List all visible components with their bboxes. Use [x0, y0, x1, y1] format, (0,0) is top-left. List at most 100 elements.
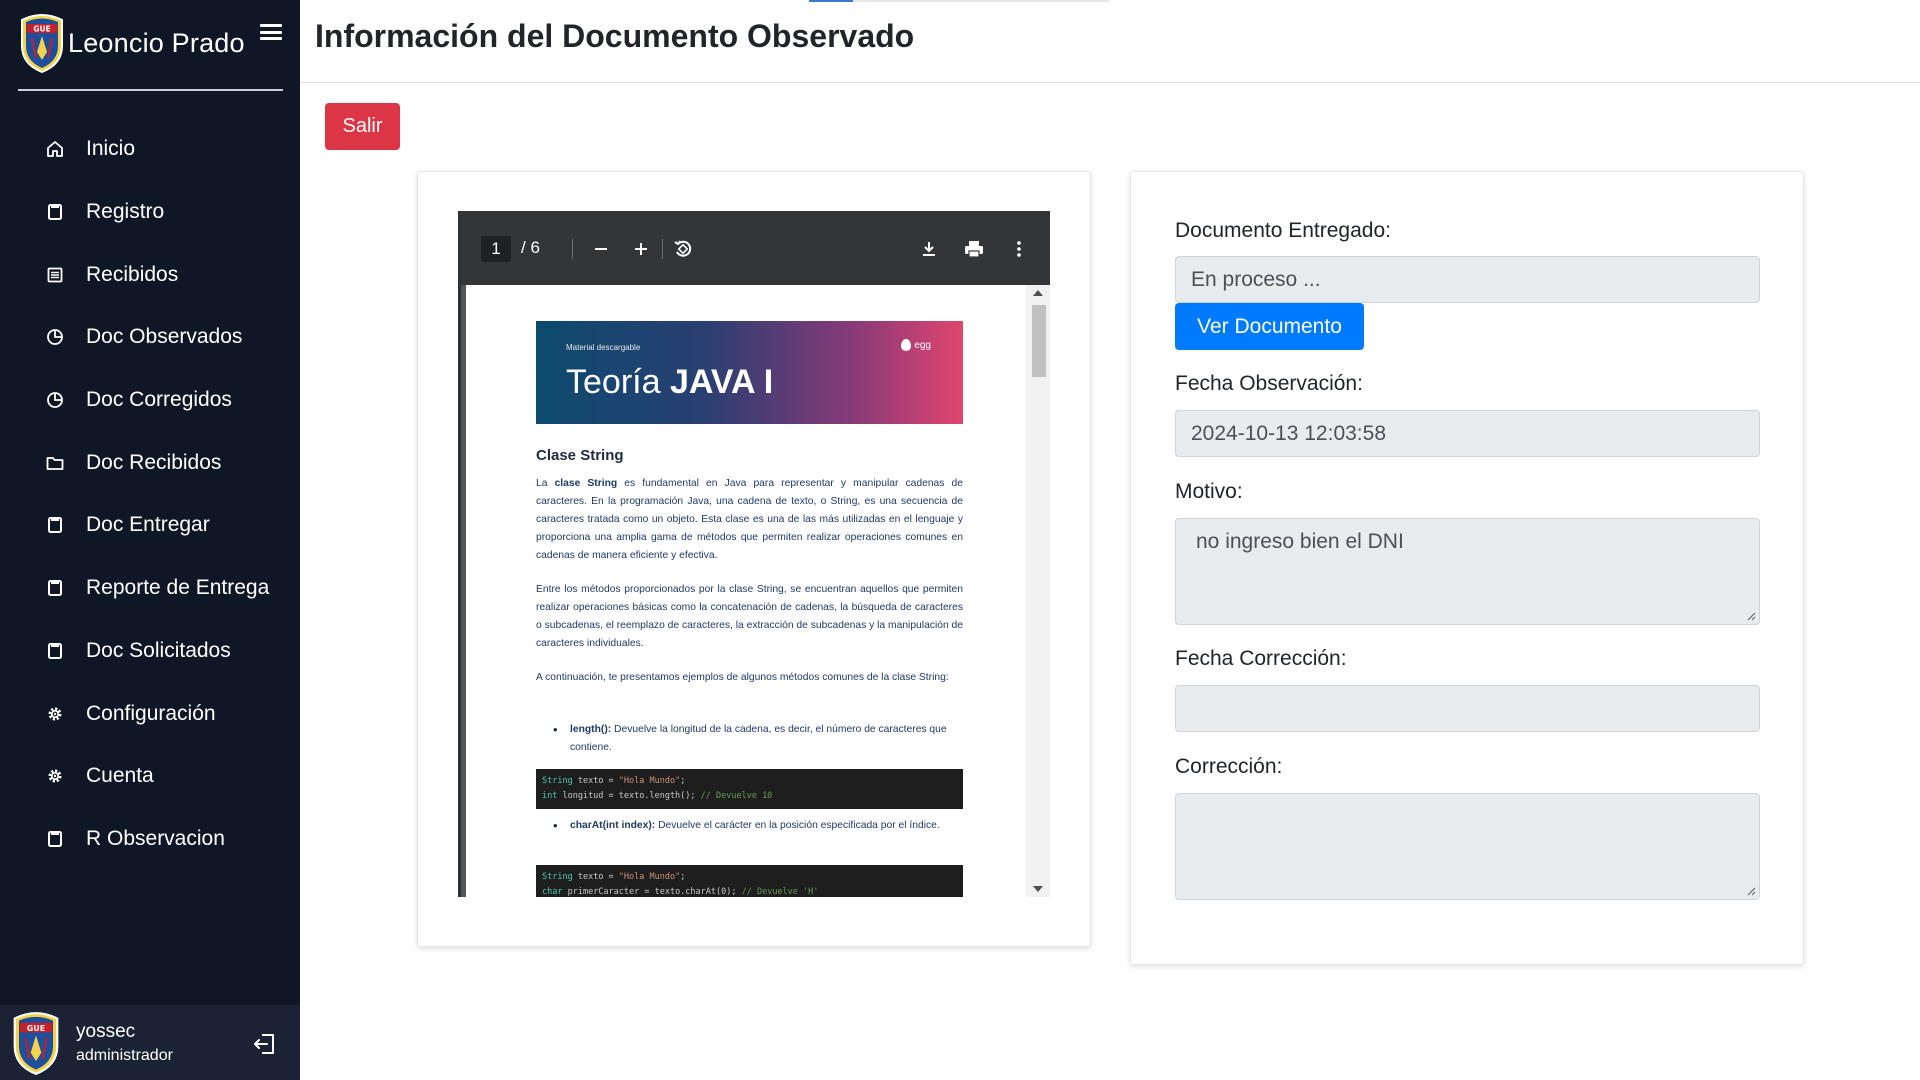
code-string: "Hola Mundo": [618, 872, 681, 882]
sidebar-item-doc-entregar[interactable]: Doc Entregar: [0, 494, 300, 557]
scrollbar-thumb[interactable]: [1032, 305, 1046, 377]
sidebar-item-label: Doc Recibidos: [86, 450, 222, 474]
pdf-page-input[interactable]: 1: [481, 236, 511, 262]
user-name: yossec: [76, 1020, 136, 1042]
avatar: GUE: [13, 1011, 59, 1075]
bullet-text: Devuelve el carácter en la posición espe…: [655, 820, 940, 831]
banner-title-light: Teoría: [566, 363, 670, 401]
code-line: String texto = "Hola Mundo";: [542, 870, 957, 885]
reason-text: no ingreso bien el DNI: [1196, 530, 1404, 553]
document-paragraph: Entre los métodos proporcionados por la …: [536, 584, 964, 649]
sidebar-item-doc-recibidos[interactable]: Doc Recibidos: [0, 431, 300, 494]
scroll-up-icon[interactable]: [1033, 290, 1043, 296]
bullet-text: Devuelve la longitud de la cadena, es de…: [570, 724, 947, 753]
banner-title: Teoría JAVA I: [566, 363, 773, 402]
sidebar-item-label: Doc Observados: [86, 325, 243, 349]
correction-textarea[interactable]: [1175, 793, 1760, 900]
code-comment: // Devuelve 'H': [741, 887, 819, 897]
scroll-down-icon[interactable]: [1033, 886, 1043, 892]
sidebar-item-r-observacion[interactable]: R Observacion: [0, 808, 300, 871]
doc-delivered-field[interactable]: En proceso ...: [1175, 256, 1760, 303]
logout-icon[interactable]: [252, 1031, 278, 1057]
home-icon: [44, 138, 66, 160]
pdf-page: Material descargable Teoría JAVA I egg C…: [466, 285, 1026, 897]
file-icon: [44, 828, 66, 850]
sidebar-item-label: Doc Entregar: [86, 513, 210, 537]
list-icon: [44, 264, 66, 286]
svg-text:GUE: GUE: [27, 1023, 45, 1032]
svg-text:GUE: GUE: [33, 25, 50, 34]
resize-handle-icon[interactable]: [1746, 886, 1756, 896]
paragraph-text: La: [536, 478, 555, 489]
sidebar-item-registro[interactable]: Registro: [0, 181, 300, 244]
sidebar-item-cuenta[interactable]: Cuenta: [0, 745, 300, 808]
banner-logo-text: egg: [914, 339, 931, 351]
code-keyword: int: [542, 791, 558, 801]
zoom-out-icon[interactable]: [587, 235, 615, 263]
file-icon: [44, 577, 66, 599]
school-crest-logo: GUE: [21, 14, 63, 74]
document-heading: Clase String: [536, 447, 624, 464]
code-line: char primerCaracter = texto.charAt(0); /…: [542, 885, 957, 897]
sidebar-item-label: Cuenta: [86, 764, 154, 788]
sidebar-item-doc-observados[interactable]: Doc Observados: [0, 306, 300, 369]
print-icon[interactable]: [960, 235, 988, 263]
code-line: int longitud = texto.length(); // Devuel…: [542, 789, 957, 804]
code-text: texto =: [572, 776, 619, 786]
reason-textarea[interactable]: no ingreso bien el DNI: [1175, 518, 1760, 625]
download-icon[interactable]: [915, 235, 943, 263]
obs-date-field[interactable]: 2024-10-13 12:03:58: [1175, 410, 1760, 457]
rotate-icon[interactable]: [669, 235, 697, 263]
file-icon: [44, 201, 66, 223]
sidebar-item-label: Configuración: [86, 701, 216, 725]
pdf-card: 1 / 6 Material descargable Teoría JAVA I…: [417, 171, 1091, 947]
sidebar-item-doc-corregidos[interactable]: Doc Corregidos: [0, 369, 300, 432]
exit-button[interactable]: Salir: [325, 103, 400, 150]
sidebar: GUE Leoncio Prado Inicio Registro Recibi…: [0, 0, 300, 1080]
corr-date-label: Fecha Corrección:: [1175, 647, 1347, 670]
sidebar-item-label: Inicio: [86, 137, 136, 161]
code-text: ;: [680, 872, 686, 882]
hamburger-menu-icon[interactable]: [260, 22, 282, 42]
code-keyword: String: [542, 872, 573, 882]
document-bullet: charAt(int index): Devuelve el carácter …: [553, 817, 960, 835]
gear-icon: [44, 703, 66, 725]
correction-label: Corrección:: [1175, 755, 1283, 778]
sidebar-item-label: Registro: [86, 200, 165, 224]
brand-divider: [18, 89, 283, 91]
brand-title: Leoncio Prado: [68, 27, 245, 58]
view-document-button[interactable]: Ver Documento: [1175, 303, 1364, 350]
sidebar-item-reporte-de-entrega[interactable]: Reporte de Entrega: [0, 557, 300, 620]
resize-handle-icon[interactable]: [1746, 611, 1756, 621]
zoom-in-icon[interactable]: [627, 235, 655, 263]
code-keyword: String: [542, 776, 573, 786]
user-panel: GUE yossec administrador: [0, 1005, 300, 1080]
chart-pie-icon: [44, 389, 66, 411]
bullet-bold: length():: [570, 724, 612, 735]
document-paragraph: A continuación, te presentamos ejemplos …: [536, 672, 949, 683]
code-text: texto =: [572, 872, 619, 882]
chart-pie-icon: [44, 326, 66, 348]
sidebar-item-inicio[interactable]: Inicio: [0, 118, 300, 181]
code-text: ;: [680, 776, 686, 786]
file-icon: [44, 640, 66, 662]
sidebar-item-doc-solicitados[interactable]: Doc Solicitados: [0, 620, 300, 683]
paragraph-text: es fundamental en Java para representar …: [536, 478, 963, 561]
corr-date-field[interactable]: [1175, 685, 1760, 732]
doc-delivered-label: Documento Entregado:: [1175, 219, 1391, 242]
toolbar-divider: [572, 239, 573, 259]
brand[interactable]: GUE Leoncio Prado: [18, 8, 284, 78]
sidebar-item-label: Doc Solicitados: [86, 638, 231, 662]
details-card: Documento Entregado: En proceso ... Ver …: [1130, 171, 1804, 965]
pdf-viewer: 1 / 6 Material descargable Teoría JAVA I…: [458, 211, 1050, 897]
code-line: String texto = "Hola Mundo";: [542, 774, 957, 789]
code-text: longitud = texto.length();: [557, 791, 701, 801]
sidebar-item-configuracion[interactable]: Configuración: [0, 682, 300, 745]
more-options-icon[interactable]: [1005, 235, 1033, 263]
user-info: yossec administrador: [76, 1021, 173, 1065]
pdf-scrollbar[interactable]: [1026, 285, 1050, 897]
pdf-page-total: / 6: [521, 238, 540, 257]
sidebar-item-label: Recibidos: [86, 262, 179, 286]
user-role: administrador: [76, 1046, 173, 1064]
sidebar-item-recibidos[interactable]: Recibidos: [0, 243, 300, 306]
